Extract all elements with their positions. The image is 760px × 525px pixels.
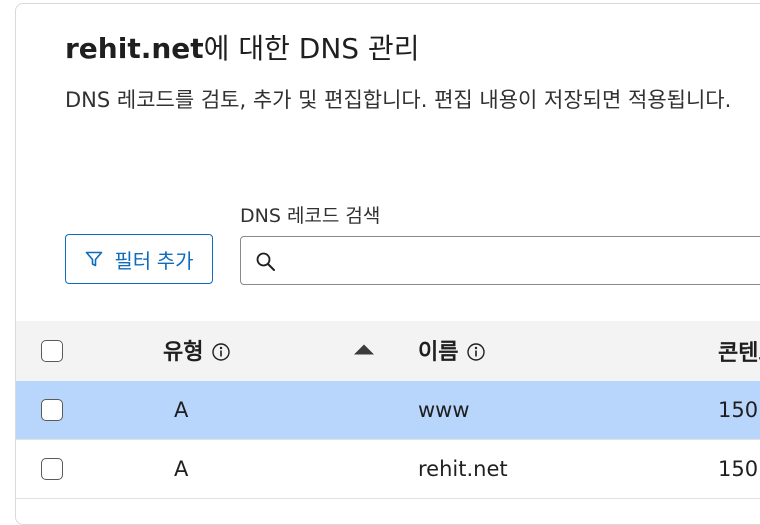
page-description: DNS 레코드를 검토, 추가 및 편집합니다. 편집 내용이 저장되면 적용됩…: [65, 88, 732, 112]
row-checkbox[interactable]: [41, 458, 63, 480]
column-header-type-label: 유형: [163, 340, 204, 365]
cell-content: 150.: [718, 457, 760, 481]
add-filter-button[interactable]: 필터 추가: [65, 234, 213, 284]
sort-ascending-icon[interactable]: [353, 342, 375, 361]
info-icon[interactable]: [466, 342, 486, 368]
search-box[interactable]: [240, 236, 760, 285]
page-title: rehit.net에 대한 DNS 관리: [65, 31, 419, 67]
column-header-name[interactable]: 이름: [418, 334, 486, 368]
add-filter-label: 필터 추가: [114, 250, 194, 273]
column-header-type[interactable]: 유형: [163, 334, 231, 368]
row-checkbox[interactable]: [41, 399, 63, 421]
table-row[interactable]: A rehit.net 150.: [16, 440, 760, 499]
cell-type: A: [174, 398, 189, 422]
dns-records-table: 유형 이름 콘텐츠 A www 150. A rehit.net 150.: [16, 321, 760, 499]
page-title-domain: rehit.net: [65, 32, 204, 65]
column-header-content[interactable]: 콘텐츠: [718, 335, 760, 367]
search-icon: [255, 251, 277, 277]
info-icon[interactable]: [211, 342, 231, 368]
table-row[interactable]: A www 150.: [16, 381, 760, 440]
dns-management-panel: rehit.net에 대한 DNS 관리 DNS 레코드를 검토, 추가 및 편…: [15, 3, 760, 525]
filter-icon: [84, 249, 104, 269]
page-title-suffix: 에 대한 DNS 관리: [203, 32, 420, 65]
search-label: DNS 레코드 검색: [240, 205, 381, 227]
cell-name: rehit.net: [418, 457, 508, 481]
cell-content: 150.: [718, 398, 760, 422]
column-header-name-label: 이름: [418, 340, 459, 365]
cell-name: www: [418, 398, 470, 422]
table-header-row: 유형 이름 콘텐츠: [16, 321, 760, 381]
select-all-checkbox[interactable]: [41, 340, 63, 362]
search-input[interactable]: [285, 243, 760, 279]
cell-type: A: [174, 457, 189, 481]
